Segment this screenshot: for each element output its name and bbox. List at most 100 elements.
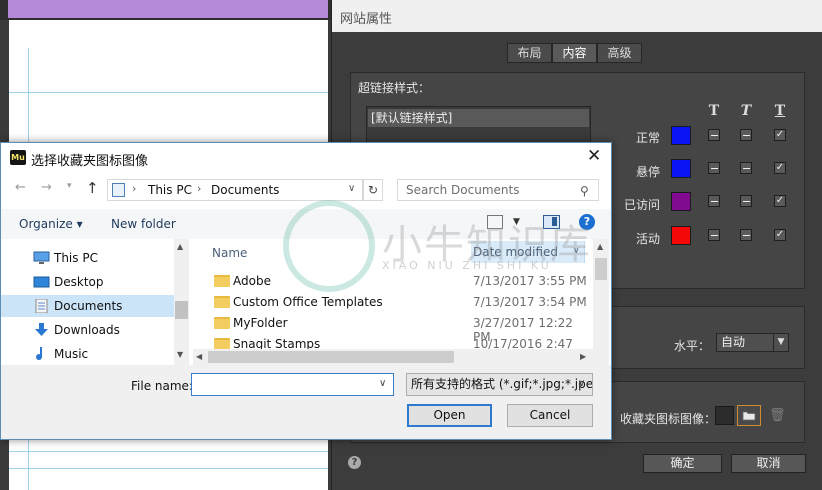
forward-arrow-icon[interactable]: → [41, 180, 52, 195]
file-name: Adobe [233, 274, 271, 288]
chevron-down-icon[interactable]: ∨ [379, 378, 386, 389]
favicon-browse-button[interactable] [737, 405, 761, 426]
hscrollbar-thumb[interactable] [208, 351, 454, 363]
scroll-right-icon[interactable]: ▶ [580, 352, 586, 361]
downloads-icon [35, 323, 48, 336]
underline-icon: T [774, 103, 786, 119]
nav-item-this-pc[interactable]: This PC [1, 247, 174, 269]
muse-app-icon: Mu [10, 150, 26, 165]
open-button[interactable]: Open [407, 404, 492, 427]
trash-icon[interactable]: 🗑 [769, 408, 786, 423]
tab-layout[interactable]: 布局 [507, 43, 552, 63]
hyperlink-styles-label: 超链接样式： [358, 81, 431, 95]
bold-icon: T [708, 103, 720, 119]
hyperlink-style-item[interactable]: [默认链接样式] [368, 109, 589, 127]
chevron-down-icon[interactable]: ∨ [348, 183, 355, 194]
nav-item-label: Desktop [54, 275, 104, 289]
italic-toggle-normal[interactable] [740, 129, 752, 141]
nav-item-label: Downloads [54, 323, 120, 337]
address-bar[interactable]: › This PC › Documents ∨ [107, 179, 363, 201]
cancel-button[interactable]: Cancel [507, 404, 593, 427]
italic-toggle-active[interactable] [740, 229, 752, 241]
ok-button[interactable]: 确定 [643, 454, 722, 473]
nav-item-downloads[interactable]: Downloads [1, 319, 174, 341]
list-item[interactable]: MyFolder 3/27/2017 12:22 PM [208, 314, 588, 344]
underline-toggle-active[interactable]: ✓ [774, 229, 786, 241]
favicon-label: 收藏夹图标图像： [620, 412, 717, 426]
cancel-button[interactable]: 取消 [731, 454, 806, 473]
tab-advanced[interactable]: 高级 [597, 43, 642, 63]
bold-toggle-active[interactable] [708, 229, 720, 241]
nav-item-documents[interactable]: Documents [1, 295, 174, 317]
nav-scrollbar-thumb[interactable] [175, 301, 188, 319]
underline-toggle-hover[interactable]: ✓ [774, 162, 786, 174]
state-label-normal: 正常 [635, 131, 660, 145]
breadcrumb-documents[interactable]: Documents [211, 183, 279, 197]
color-swatch-visited[interactable] [671, 192, 691, 211]
bold-toggle-hover[interactable] [708, 162, 720, 174]
computer-icon [33, 251, 50, 264]
dialog-title: 网站属性 [332, 0, 822, 32]
column-header-name[interactable]: Name [212, 246, 247, 260]
folder-icon [214, 317, 230, 329]
file-open-dialog: Mu 选择收藏夹图标图像 ✕ ← → ▾ ↑ › This PC › Docum… [0, 142, 612, 440]
list-item[interactable]: Custom Office Templates 7/13/2017 3:54 P… [208, 293, 588, 314]
folder-icon [214, 275, 230, 287]
color-swatch-normal[interactable] [671, 126, 691, 145]
file-type-select[interactable]: 所有支持的格式 (*.gif;*.jpg;*.jpeg;*.png) [406, 373, 593, 396]
nav-item-desktop[interactable]: Desktop [1, 271, 174, 293]
guide-line [9, 92, 328, 93]
file-name-label: File name: [131, 379, 193, 393]
color-swatch-hover[interactable] [671, 159, 691, 178]
favicon-preview [715, 406, 734, 425]
list-item[interactable]: Adobe 7/13/2017 3:55 PM [208, 272, 588, 293]
close-icon[interactable]: ✕ [587, 146, 601, 166]
folder-icon [214, 338, 230, 349]
underline-toggle-normal[interactable]: ✓ [774, 129, 786, 141]
file-date: 10/17/2016 2:47 PM [473, 337, 573, 349]
italic-toggle-visited[interactable] [740, 195, 752, 207]
file-list-vscrollbar[interactable] [593, 239, 609, 351]
file-name: Custom Office Templates [233, 295, 383, 309]
nav-item-label: Documents [54, 299, 123, 313]
history-dropdown-icon[interactable]: ▾ [67, 181, 72, 191]
page-header-band [8, 0, 328, 18]
list-item[interactable]: Snagit Stamps 10/17/2016 2:47 PM [208, 335, 588, 349]
bold-toggle-normal[interactable] [708, 129, 720, 141]
chevron-down-icon: ▼ [773, 334, 788, 351]
bold-toggle-visited[interactable] [708, 195, 720, 207]
underline-toggle-visited[interactable]: ✓ [774, 195, 786, 207]
breadcrumb-this-pc[interactable]: This PC [148, 183, 192, 197]
state-label-visited: 已访问 [623, 198, 660, 212]
up-folder-icon[interactable]: ↑ [86, 179, 99, 197]
state-label-hover: 悬停 [635, 165, 660, 179]
italic-toggle-hover[interactable] [740, 162, 752, 174]
file-dialog-title: 选择收藏夹图标图像 [31, 154, 149, 169]
scroll-up-icon[interactable]: ▲ [177, 242, 183, 251]
tab-content[interactable]: 内容 [552, 43, 597, 63]
tab-bar: 布局 内容 高级 [507, 43, 642, 63]
refresh-icon[interactable]: ↻ [363, 179, 383, 201]
help-icon[interactable]: ? [348, 456, 361, 469]
vscrollbar-thumb[interactable] [595, 258, 607, 280]
scroll-down-icon[interactable]: ▼ [177, 350, 183, 359]
documents-icon [35, 299, 48, 313]
file-date: 7/13/2017 3:54 PM [473, 295, 587, 309]
back-arrow-icon[interactable]: ← [15, 180, 26, 195]
nav-item-music[interactable]: Music [1, 343, 174, 365]
watermark-logo [283, 200, 375, 292]
color-swatch-active[interactable] [671, 226, 691, 245]
file-name-input[interactable]: ∨ [191, 373, 394, 396]
search-input[interactable]: Search Documents ⚲ [397, 179, 599, 201]
search-placeholder: Search Documents [406, 183, 520, 197]
folder-icon [742, 411, 756, 421]
organize-menu[interactable]: Organize ▾ [19, 217, 83, 231]
new-folder-button[interactable]: New folder [111, 217, 176, 231]
guide-line [9, 468, 328, 469]
file-name: Snagit Stamps [233, 337, 321, 349]
scroll-up-icon[interactable]: ▲ [597, 242, 603, 251]
file-date: 7/13/2017 3:55 PM [473, 274, 587, 288]
scroll-left-icon[interactable]: ◀ [196, 352, 202, 361]
watermark-subtext: XIAO NIU ZHI SHI KU [382, 259, 552, 272]
chevron-down-icon[interactable]: ∨ [578, 378, 585, 389]
